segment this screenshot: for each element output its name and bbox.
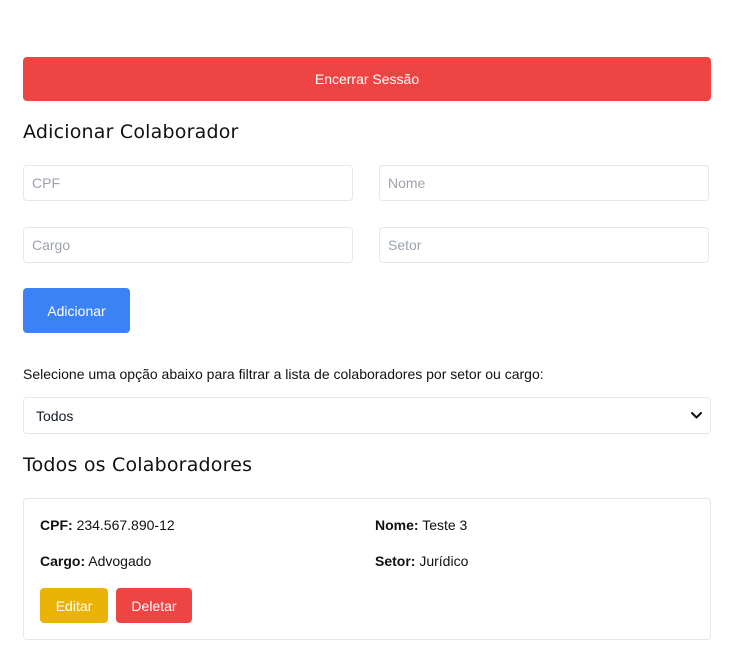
employee-cargo: Cargo: Advogado xyxy=(40,553,151,569)
edit-button[interactable]: Editar xyxy=(40,588,108,623)
setor-value: Jurídico xyxy=(419,553,469,569)
cargo-label: Cargo: xyxy=(40,553,86,569)
page: Encerrar Sessão Adicionar Colaborador Ad… xyxy=(0,0,747,651)
employee-card: CPF: 234.567.890-12 Nome: Teste 3 Cargo:… xyxy=(23,498,711,640)
employee-setor: Setor: Jurídico xyxy=(375,553,468,569)
cpf-value: 234.567.890-12 xyxy=(76,517,175,533)
setor-label: Setor: xyxy=(375,553,416,569)
filter-label: Selecione uma opção abaixo para filtrar … xyxy=(23,366,544,382)
cpf-label: CPF: xyxy=(40,517,73,533)
cargo-value: Advogado xyxy=(88,553,152,569)
nome-value: Teste 3 xyxy=(422,517,468,533)
filter-select[interactable]: Todos xyxy=(23,397,711,434)
list-title: Todos os Colaboradores xyxy=(23,454,253,476)
nome-label: Nome: xyxy=(375,517,419,533)
cargo-input[interactable] xyxy=(23,227,353,263)
add-form-title: Adicionar Colaborador xyxy=(23,121,239,143)
chevron-down-icon xyxy=(690,410,702,422)
employee-nome: Nome: Teste 3 xyxy=(375,517,467,533)
add-button[interactable]: Adicionar xyxy=(23,288,130,333)
nome-input[interactable] xyxy=(379,165,709,201)
logout-button[interactable]: Encerrar Sessão xyxy=(23,57,711,101)
employee-cpf: CPF: 234.567.890-12 xyxy=(40,517,175,533)
delete-button[interactable]: Deletar xyxy=(116,588,192,623)
filter-selected-value: Todos xyxy=(36,407,74,424)
setor-input[interactable] xyxy=(379,227,709,263)
cpf-input[interactable] xyxy=(23,165,353,201)
